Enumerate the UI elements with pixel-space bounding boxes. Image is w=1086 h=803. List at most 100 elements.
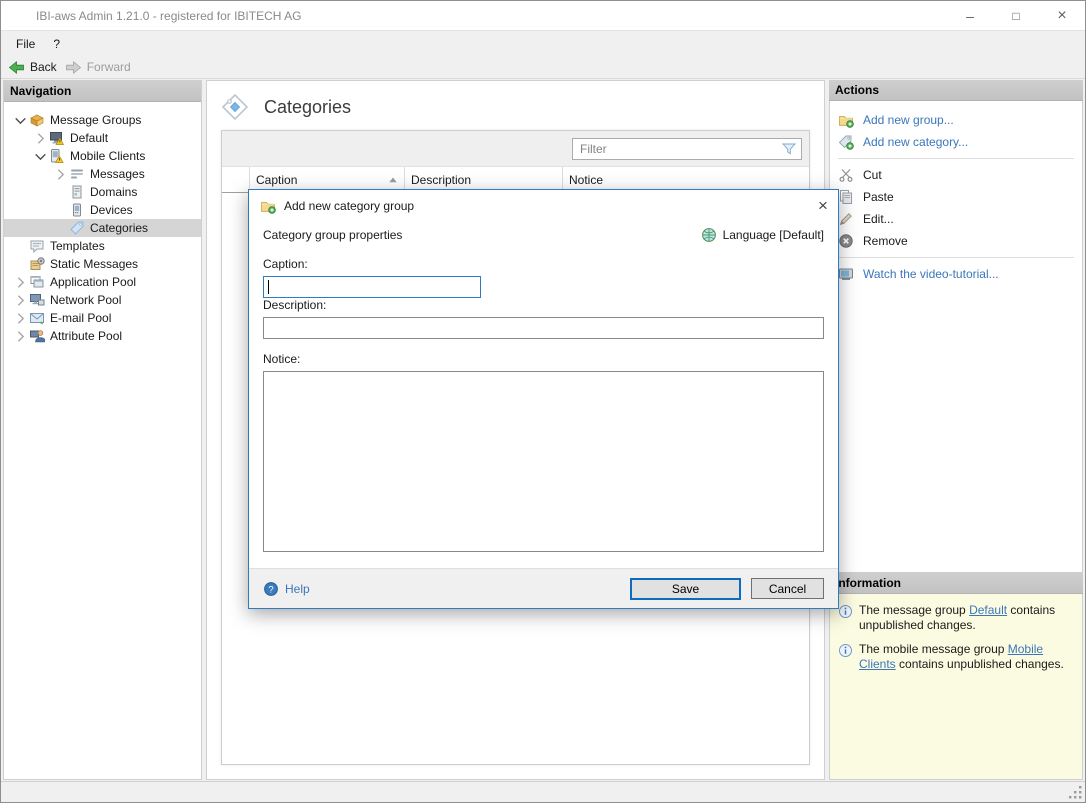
tree-item-templates[interactable]: Templates	[4, 237, 201, 255]
chevron-down-icon[interactable]	[12, 112, 29, 128]
column-header-rowselect[interactable]	[222, 167, 250, 192]
resize-grip-icon[interactable]	[1069, 786, 1083, 800]
tree-item-label: Network Pool	[50, 293, 121, 307]
tree-item-network-pool[interactable]: Network Pool	[4, 291, 201, 309]
maximize-button[interactable]: □	[993, 1, 1039, 30]
close-button[interactable]: ×	[1039, 1, 1085, 30]
notice-field[interactable]	[263, 371, 824, 552]
pencil-icon	[838, 211, 854, 227]
globe-icon	[701, 227, 717, 243]
information-section: Information The message group Default co…	[829, 573, 1083, 780]
page-title: Categories	[264, 97, 351, 118]
network-pool-icon	[29, 292, 45, 308]
action-remove[interactable]: Remove	[830, 230, 1082, 252]
filter-strip	[222, 131, 809, 167]
tree-item-label: E-mail Pool	[50, 311, 111, 325]
information-list: The message group Default contains unpub…	[829, 594, 1083, 780]
tree-item-attribute-pool[interactable]: Attribute Pool	[4, 327, 201, 345]
tree-item-label: Devices	[90, 203, 133, 217]
tree-item-devices[interactable]: Devices	[4, 201, 201, 219]
help-label: Help	[285, 582, 310, 596]
monitor-warning-icon	[49, 130, 65, 146]
caption-column-label: Caption	[256, 173, 297, 187]
info-item: The mobile message group Mobile Clients …	[838, 642, 1074, 672]
action-label: Add new category...	[863, 135, 968, 149]
language-label: Language [Default]	[723, 228, 824, 242]
action-paste[interactable]: Paste	[830, 186, 1082, 208]
tree-item-application-pool[interactable]: Application Pool	[4, 273, 201, 291]
action-label: Watch the video-tutorial...	[863, 267, 999, 281]
tree-item-default[interactable]: Default	[4, 129, 201, 147]
action-add-new-category[interactable]: Add new category...	[830, 131, 1082, 153]
info-text-part: contains unpublished changes.	[896, 657, 1064, 671]
application-pool-icon	[29, 274, 45, 290]
description-field[interactable]	[263, 317, 824, 339]
cancel-button[interactable]: Cancel	[751, 578, 824, 599]
dialog-footer: ? Help Save Cancel	[249, 568, 838, 608]
menu-bar: File ?	[1, 31, 1085, 56]
help-link[interactable]: ? Help	[263, 581, 310, 597]
tag-icon	[69, 220, 85, 236]
tree-item-domains[interactable]: Domains	[4, 183, 201, 201]
tree-item-label: Mobile Clients	[70, 149, 145, 163]
chevron-right-icon[interactable]	[32, 130, 49, 146]
dialog-section-title: Category group properties	[263, 228, 402, 242]
folder-plus-icon	[838, 112, 854, 128]
window-controls: – □ ×	[947, 1, 1085, 30]
description-label: Description:	[263, 298, 824, 312]
notice-label: Notice:	[263, 352, 824, 366]
forward-button[interactable]: Forward	[63, 58, 137, 77]
expander-spacer	[12, 238, 29, 254]
minimize-button[interactable]: –	[947, 1, 993, 30]
tree-item-label: Domains	[90, 185, 137, 199]
info-text-part: The mobile message group	[859, 642, 1008, 656]
save-button[interactable]: Save	[630, 578, 741, 600]
expander-spacer	[12, 256, 29, 272]
tv-icon	[838, 266, 854, 282]
tree-item-message-groups[interactable]: Message Groups	[4, 111, 201, 129]
action-label: Cut	[863, 168, 882, 182]
add-category-group-dialog: Add new category group × Category group …	[248, 189, 839, 609]
folder-plus-icon	[260, 198, 276, 214]
app-logo-icon	[10, 7, 28, 25]
tree-item-mobile-clients[interactable]: Mobile Clients	[4, 147, 201, 165]
tree-item-static-messages[interactable]: Static Messages	[4, 255, 201, 273]
info-text-part: The message group	[859, 603, 969, 617]
sort-ascending-icon	[388, 175, 398, 185]
chevron-right-icon[interactable]	[12, 274, 29, 290]
caption-label: Caption:	[263, 257, 824, 271]
action-label: Add new group...	[863, 113, 954, 127]
menu-help[interactable]: ?	[44, 34, 69, 54]
filter-input[interactable]	[572, 138, 802, 160]
chevron-right-icon[interactable]	[52, 166, 69, 182]
mobile-warning-icon	[49, 148, 65, 164]
chevron-down-icon[interactable]	[32, 148, 49, 164]
back-button[interactable]: Back	[6, 58, 63, 77]
app-window: IBI-aws Admin 1.21.0 - registered for IB…	[0, 0, 1086, 803]
action-add-new-group[interactable]: Add new group...	[830, 109, 1082, 131]
action-cut[interactable]: Cut	[830, 164, 1082, 186]
action-edit[interactable]: Edit...	[830, 208, 1082, 230]
expander-spacer	[52, 220, 69, 236]
information-header: Information	[829, 573, 1083, 594]
navigation-tree: Message GroupsDefault Mobile Clients Messa…	[4, 102, 201, 345]
tree-item-e-mail-pool[interactable]: E-mail Pool	[4, 309, 201, 327]
caption-field[interactable]	[263, 276, 481, 298]
toolbar: Back Forward	[1, 56, 1085, 79]
menu-file[interactable]: File	[7, 34, 44, 54]
action-label: Remove	[863, 234, 908, 248]
action-watch-the-video-tutorial[interactable]: Watch the video-tutorial...	[830, 263, 1082, 285]
tree-item-categories[interactable]: Categories	[4, 219, 201, 237]
tree-item-messages[interactable]: Messages	[4, 165, 201, 183]
status-bar	[1, 781, 1085, 802]
filter-funnel-icon[interactable]	[781, 141, 797, 157]
dialog-close-button[interactable]: ×	[808, 190, 838, 221]
chevron-right-icon[interactable]	[12, 328, 29, 344]
tree-item-label: Categories	[90, 221, 148, 235]
info-link-default[interactable]: Default	[969, 603, 1007, 617]
chevron-right-icon[interactable]	[12, 310, 29, 326]
language-selector[interactable]: Language [Default]	[701, 227, 824, 243]
chevron-right-icon[interactable]	[12, 292, 29, 308]
arrow-left-green-icon	[8, 59, 25, 76]
back-label: Back	[30, 60, 57, 74]
